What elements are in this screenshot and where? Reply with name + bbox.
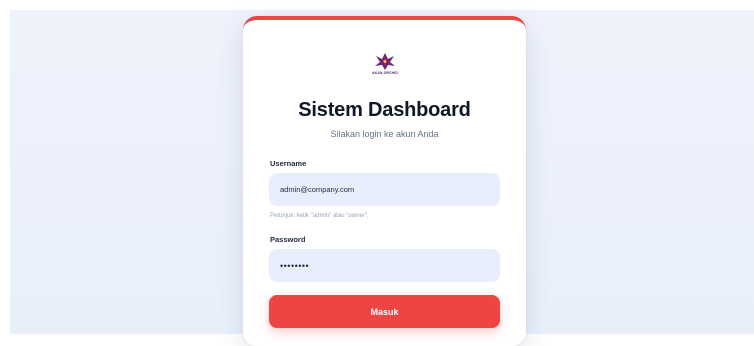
login-card: AKAN ORCHID Sistem Dashboard Silakan log… xyxy=(243,16,526,346)
flower-logo-icon xyxy=(375,53,395,70)
login-button[interactable]: Masuk xyxy=(269,295,500,328)
page: AKAN ORCHID Sistem Dashboard Silakan log… xyxy=(0,0,754,346)
password-input[interactable]: •••••••• xyxy=(269,249,500,282)
username-input[interactable]: admin@company.com xyxy=(269,173,500,206)
username-hint: Petunjuk: ketik "admin" atau "owner". xyxy=(270,213,369,219)
brand-logo: AKAN ORCHID xyxy=(365,51,405,81)
username-label: Username xyxy=(270,159,307,168)
password-label: Password xyxy=(270,235,306,244)
page-subtitle: Silakan login ke akun Anda xyxy=(330,129,439,139)
page-title: Sistem Dashboard xyxy=(298,99,471,121)
logo-text: AKAN ORCHID xyxy=(372,71,398,75)
